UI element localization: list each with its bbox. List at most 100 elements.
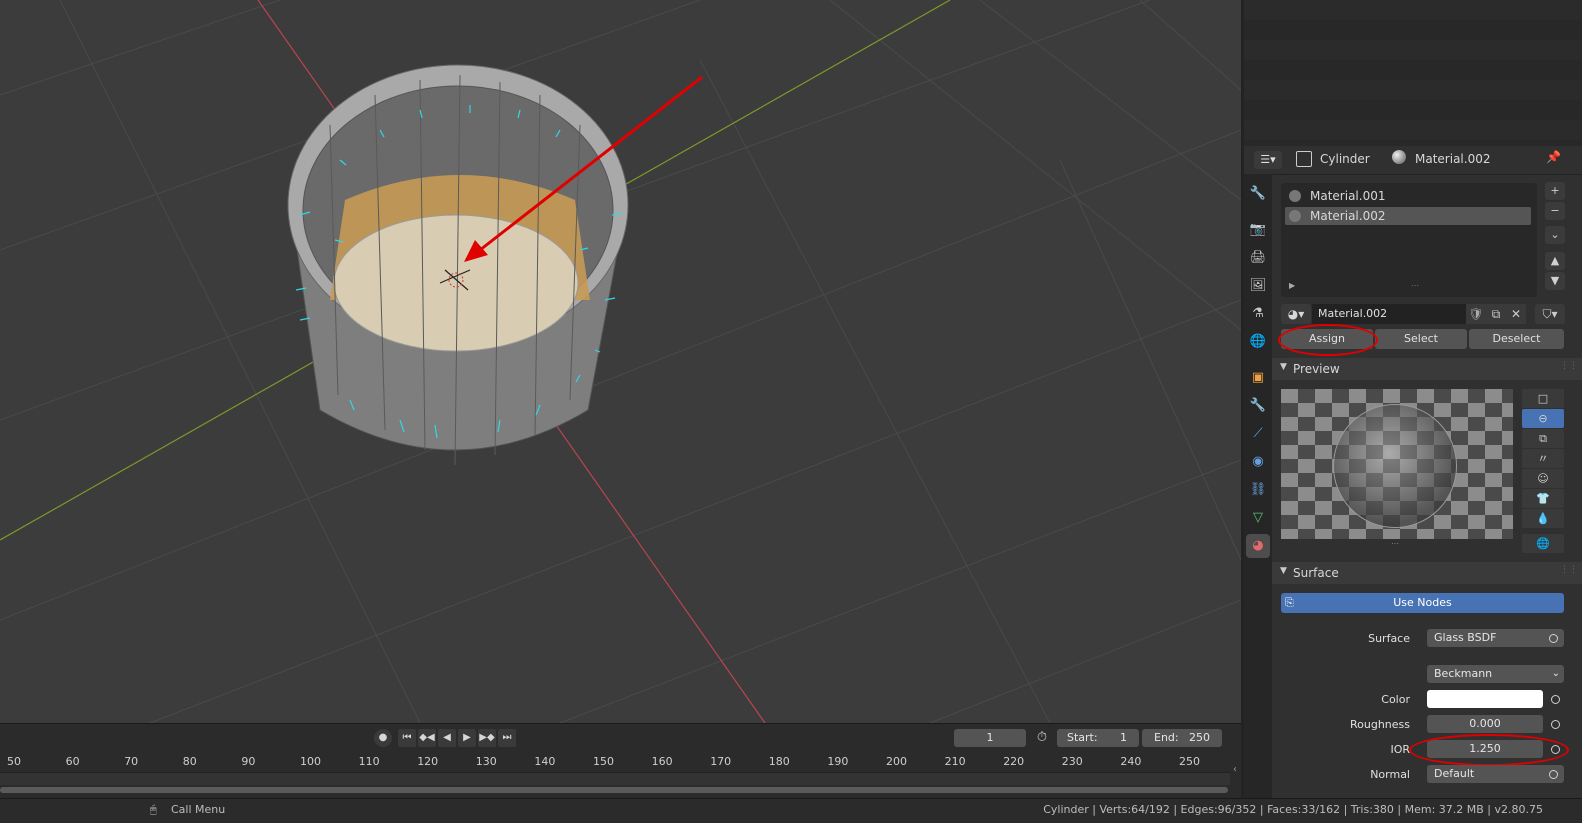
- ruler-frame-number: 220: [1003, 755, 1025, 768]
- expand-arrow-icon[interactable]: ▶: [1289, 281, 1295, 290]
- move-slot-down-button[interactable]: ▼: [1545, 272, 1565, 290]
- horizontal-scrollbar[interactable]: [0, 787, 1228, 793]
- material-name-field[interactable]: Material.002: [1312, 304, 1466, 324]
- link-mode-button[interactable]: ⛉▾: [1535, 304, 1565, 324]
- ruler-frame-number: 230: [1061, 755, 1083, 768]
- scene-statistics: Cylinder | Verts:64/192 | Edges:96/352 |…: [1043, 803, 1543, 816]
- ruler-frame-number: 160: [651, 755, 673, 768]
- outliner-area[interactable]: [1244, 0, 1582, 146]
- distribution-dropdown[interactable]: Beckmann ⌄: [1427, 665, 1564, 683]
- normal-label: Normal: [1370, 768, 1410, 781]
- material-slots-list[interactable]: Material.001 Material.002 ▶ ⋯: [1281, 183, 1537, 297]
- socket-link-icon[interactable]: [1551, 720, 1560, 729]
- unlink-material-button[interactable]: ✕: [1506, 304, 1526, 324]
- physics-tab-icon[interactable]: ◉: [1246, 450, 1270, 474]
- scene-tab-icon[interactable]: ⚗: [1246, 302, 1270, 326]
- deselect-button[interactable]: Deselect: [1469, 329, 1564, 349]
- material-tab-icon[interactable]: ◕: [1246, 534, 1270, 558]
- surface-label: Surface: [1368, 632, 1410, 645]
- ruler-frame-number: 90: [241, 755, 256, 768]
- preview-fluid-icon[interactable]: 💧: [1522, 509, 1564, 528]
- ruler-frame-number: 80: [182, 755, 197, 768]
- constraints-tab-icon[interactable]: ⛓: [1246, 478, 1270, 502]
- data-tab-icon[interactable]: ▽: [1246, 506, 1270, 530]
- header-material-name[interactable]: Material.002: [1415, 152, 1490, 166]
- preview-world-icon[interactable]: 🌐: [1522, 534, 1564, 553]
- ruler-frame-number: 210: [944, 755, 966, 768]
- timeline-editor[interactable]: ● ⏮ ◆◀ ◀ ▶ ▶◆ ⏭ 1 ⏱ Start: 1 End: 250 50…: [0, 723, 1241, 799]
- particles-tab-icon[interactable]: ⟋: [1246, 422, 1270, 446]
- output-tab-icon[interactable]: 🖨: [1246, 246, 1270, 270]
- surface-shader-value: Glass BSDF: [1434, 631, 1497, 644]
- select-button[interactable]: Select: [1375, 329, 1467, 349]
- ruler-frame-number: 200: [886, 755, 907, 768]
- use-nodes-button[interactable]: ⎘ Use Nodes: [1281, 593, 1564, 613]
- ruler-track[interactable]: [0, 772, 1230, 785]
- render-tab-icon[interactable]: 📷: [1246, 218, 1270, 242]
- socket-link-icon[interactable]: [1549, 634, 1558, 643]
- pin-icon[interactable]: 📌: [1546, 150, 1561, 164]
- mouse-icon: 🖱: [150, 803, 157, 816]
- add-slot-button[interactable]: +: [1545, 182, 1565, 200]
- resize-handle[interactable]: ⋯: [1411, 281, 1419, 290]
- duplicate-material-button[interactable]: ⧉: [1486, 304, 1506, 324]
- preview-flat-icon[interactable]: □: [1522, 389, 1564, 408]
- list-item[interactable]: Material.002: [1285, 207, 1531, 225]
- ruler-frame-number: 70: [124, 755, 139, 768]
- drag-handle-icon[interactable]: ⋮⋮: [1560, 565, 1578, 575]
- socket-link-icon[interactable]: [1549, 770, 1558, 779]
- modifier-tab-icon[interactable]: 🔧: [1246, 394, 1270, 418]
- ruler-frame-number: 170: [710, 755, 732, 768]
- world-tab-icon[interactable]: 🌐: [1246, 330, 1270, 354]
- preview-monkey-icon[interactable]: ☺: [1522, 469, 1564, 488]
- socket-link-icon[interactable]: [1551, 695, 1560, 704]
- editor-type-menu[interactable]: ☰▾: [1254, 151, 1282, 169]
- preview-title: Preview: [1293, 362, 1340, 376]
- status-bar: 🖱 Call Menu Cylinder | Verts:64/192 | Ed…: [0, 798, 1582, 823]
- properties-tabs: 🔧 📷 🖨 🖼 ⚗ 🌐 ▣ 🔧 ⟋ ◉ ⛓ ▽ ◕: [1244, 174, 1272, 798]
- color-label: Color: [1381, 693, 1410, 706]
- surface-title: Surface: [1293, 566, 1339, 580]
- preview-sphere-icon[interactable]: ⊖: [1522, 409, 1564, 428]
- header-object-name[interactable]: Cylinder: [1320, 152, 1370, 166]
- move-slot-up-button[interactable]: ▲: [1545, 252, 1565, 270]
- slot-label: Material.002: [1310, 209, 1386, 223]
- color-swatch[interactable]: [1427, 690, 1543, 708]
- preview-hair-icon[interactable]: 〃: [1522, 449, 1564, 468]
- remove-slot-button[interactable]: −: [1545, 202, 1565, 220]
- material-slot-icon: [1289, 190, 1301, 202]
- surface-panel-header[interactable]: ▼ Surface ⋮⋮: [1272, 562, 1582, 584]
- material-preview-render: [1281, 389, 1513, 539]
- browse-material-button[interactable]: ◕▾: [1281, 304, 1311, 324]
- properties-editor[interactable]: ☰▾ Cylinder Material.002 📌 🔧 📷 🖨 🖼 ⚗ 🌐 ▣…: [1244, 146, 1582, 798]
- preview-resize-handle[interactable]: ⋯: [1391, 539, 1399, 548]
- ruler-frame-number: 240: [1120, 755, 1142, 768]
- collapse-triangle-icon: ▼: [1280, 566, 1287, 576]
- normal-field[interactable]: Default: [1427, 765, 1564, 783]
- slot-label: Material.001: [1310, 189, 1386, 203]
- fake-user-button[interactable]: 🛡: [1466, 304, 1486, 324]
- ruler-frame-number: 250: [1179, 755, 1200, 768]
- slot-specials-button[interactable]: ⌄: [1545, 226, 1565, 244]
- ruler-frame-number: 130: [475, 755, 497, 768]
- collapse-arrow-icon[interactable]: ‹: [1233, 764, 1237, 775]
- view-layer-tab-icon[interactable]: 🖼: [1246, 274, 1270, 298]
- list-item[interactable]: Material.001: [1285, 187, 1531, 205]
- preview-panel-header[interactable]: ▼ Preview ⋮⋮: [1272, 358, 1582, 380]
- use-nodes-label: Use Nodes: [1393, 596, 1452, 609]
- tool-tab-icon[interactable]: 🔧: [1246, 182, 1270, 206]
- collapse-triangle-icon: ▼: [1280, 362, 1287, 372]
- drag-handle-icon[interactable]: ⋮⋮: [1560, 361, 1578, 371]
- surface-shader-field[interactable]: Glass BSDF: [1427, 629, 1564, 647]
- preview-cube-icon[interactable]: ⧉: [1522, 429, 1564, 448]
- viewport-scene[interactable]: [0, 0, 1241, 723]
- 3d-viewport[interactable]: [0, 0, 1241, 723]
- ruler-frame-number: 120: [417, 755, 439, 768]
- object-tab-icon[interactable]: ▣: [1246, 366, 1270, 390]
- roughness-field[interactable]: 0.000: [1427, 715, 1543, 733]
- ruler-frame-number: 50: [7, 755, 21, 768]
- distribution-value: Beckmann: [1434, 667, 1493, 680]
- cylinder-mesh[interactable]: [287, 64, 629, 466]
- preview-cloth-icon[interactable]: 👕: [1522, 489, 1564, 508]
- normal-value: Default: [1434, 767, 1475, 780]
